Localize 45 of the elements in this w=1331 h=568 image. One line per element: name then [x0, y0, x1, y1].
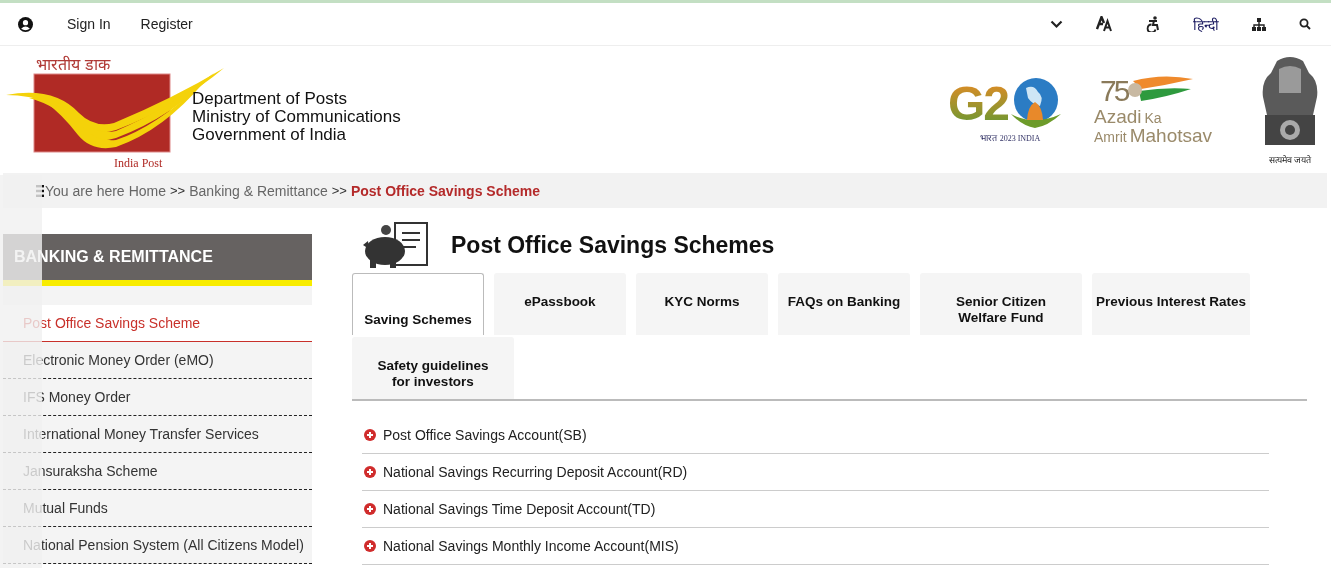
- tab[interactable]: Safety guidelines for investors: [352, 337, 514, 399]
- language-link[interactable]: हिन्दी: [1193, 14, 1219, 34]
- search-icon[interactable]: [1299, 18, 1311, 30]
- logo-hindi-text: भारतीय डाक: [36, 56, 112, 74]
- breadcrumb-link[interactable]: Banking & Remittance: [189, 182, 328, 199]
- user-icon[interactable]: [18, 16, 33, 32]
- g20-tagline: 2023 INDIA: [999, 133, 1041, 143]
- tab[interactable]: Saving Schemes: [352, 273, 484, 335]
- azadi-word: Mahotsav: [1129, 126, 1213, 144]
- tab[interactable]: Senior Citizen Welfare Fund: [920, 273, 1082, 335]
- accessibility-icon[interactable]: [1146, 16, 1160, 32]
- breadcrumb-link[interactable]: Post Office Savings Scheme: [350, 182, 540, 199]
- emblem-motto: सत्यमेव जयते: [1268, 154, 1312, 166]
- breadcrumb-link[interactable]: Home: [128, 182, 167, 199]
- accordion-label: National Savings Recurring Deposit Account(RD): [383, 464, 688, 480]
- page-title: Post Office Savings Schemes: [451, 231, 775, 259]
- tab[interactable]: FAQs on Banking: [778, 273, 910, 335]
- tab[interactable]: ePassbook: [494, 273, 626, 335]
- breadcrumb-prefix: You are here: [45, 182, 125, 199]
- azadi-word: Azadi: [1094, 107, 1142, 125]
- breadcrumb-separator: >>: [170, 183, 186, 198]
- top-link[interactable]: Register: [140, 16, 193, 32]
- chevron-down-icon[interactable]: [1050, 19, 1063, 29]
- accordion-label: National Savings Time Deposit Account(TD): [383, 501, 656, 517]
- top-link[interactable]: Sign In: [67, 16, 111, 32]
- organisation-name: Department of Posts: [192, 89, 348, 108]
- azadi-number: 75: [1100, 73, 1128, 108]
- globe-lotus-icon: [1008, 76, 1062, 130]
- accordion-label: National Savings Monthly Income Account(MIS): [383, 538, 679, 554]
- logo-english-text: India Post: [114, 156, 164, 171]
- accordion-item[interactable]: Post Office Savings Account(SB): [362, 417, 1269, 454]
- breadcrumb-separator: >>: [331, 183, 347, 198]
- tab[interactable]: Previous Interest Rates: [1092, 273, 1251, 335]
- accordion-item[interactable]: National Savings Monthly Income Account(MIS): [362, 528, 1269, 565]
- sitemap-icon[interactable]: [1252, 17, 1266, 31]
- organisation-name: Ministry of Communications: [192, 107, 401, 126]
- accordion-item[interactable]: National Savings Recurring Deposit Account(RD): [362, 454, 1269, 491]
- organisation-name: Government of India: [192, 125, 348, 144]
- azadi-word: Amrit: [1094, 128, 1127, 146]
- accordion-item[interactable]: National Savings Time Deposit Account(TD): [362, 491, 1269, 528]
- g20-tagline-hindi: भारत: [979, 131, 997, 144]
- azadi-word: Ka: [1144, 109, 1162, 127]
- font-size-icon[interactable]: [1096, 16, 1113, 32]
- tab[interactable]: KYC Norms: [636, 273, 768, 335]
- accordion-label: Post Office Savings Account(SB): [383, 427, 587, 443]
